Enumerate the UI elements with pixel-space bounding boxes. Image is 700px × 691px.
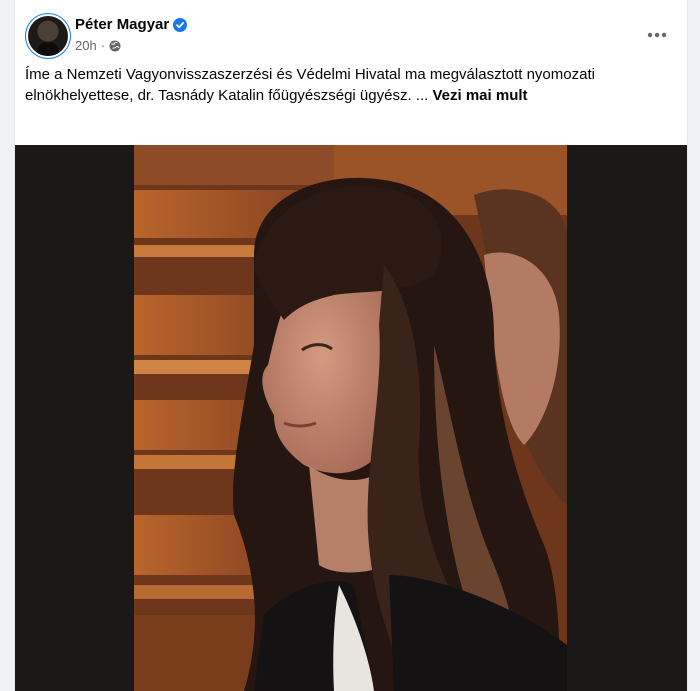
more-options-button[interactable] bbox=[643, 22, 671, 46]
more-options-icon bbox=[647, 25, 667, 43]
post-media[interactable] bbox=[15, 145, 687, 691]
author-name[interactable]: Péter Magyar bbox=[75, 16, 169, 33]
meta-separator: · bbox=[100, 38, 106, 53]
post-photo[interactable] bbox=[134, 145, 567, 691]
post-timestamp[interactable]: 20h bbox=[75, 38, 97, 53]
verified-badge-icon bbox=[173, 17, 188, 32]
post-text: Íme a Nemzeti Vagyonvisszaszerzési és Vé… bbox=[25, 64, 665, 106]
see-more-link[interactable]: Vezi mai mult bbox=[432, 87, 527, 104]
avatar[interactable] bbox=[28, 16, 68, 56]
globe-icon bbox=[109, 40, 121, 52]
post-card: Péter Magyar 20h · Íme a Nemzeti Vagyonv… bbox=[14, 0, 688, 691]
author-line: Péter Magyar bbox=[75, 16, 188, 33]
post-meta: 20h · bbox=[75, 38, 121, 53]
post-header: Péter Magyar 20h · bbox=[15, 0, 687, 62]
